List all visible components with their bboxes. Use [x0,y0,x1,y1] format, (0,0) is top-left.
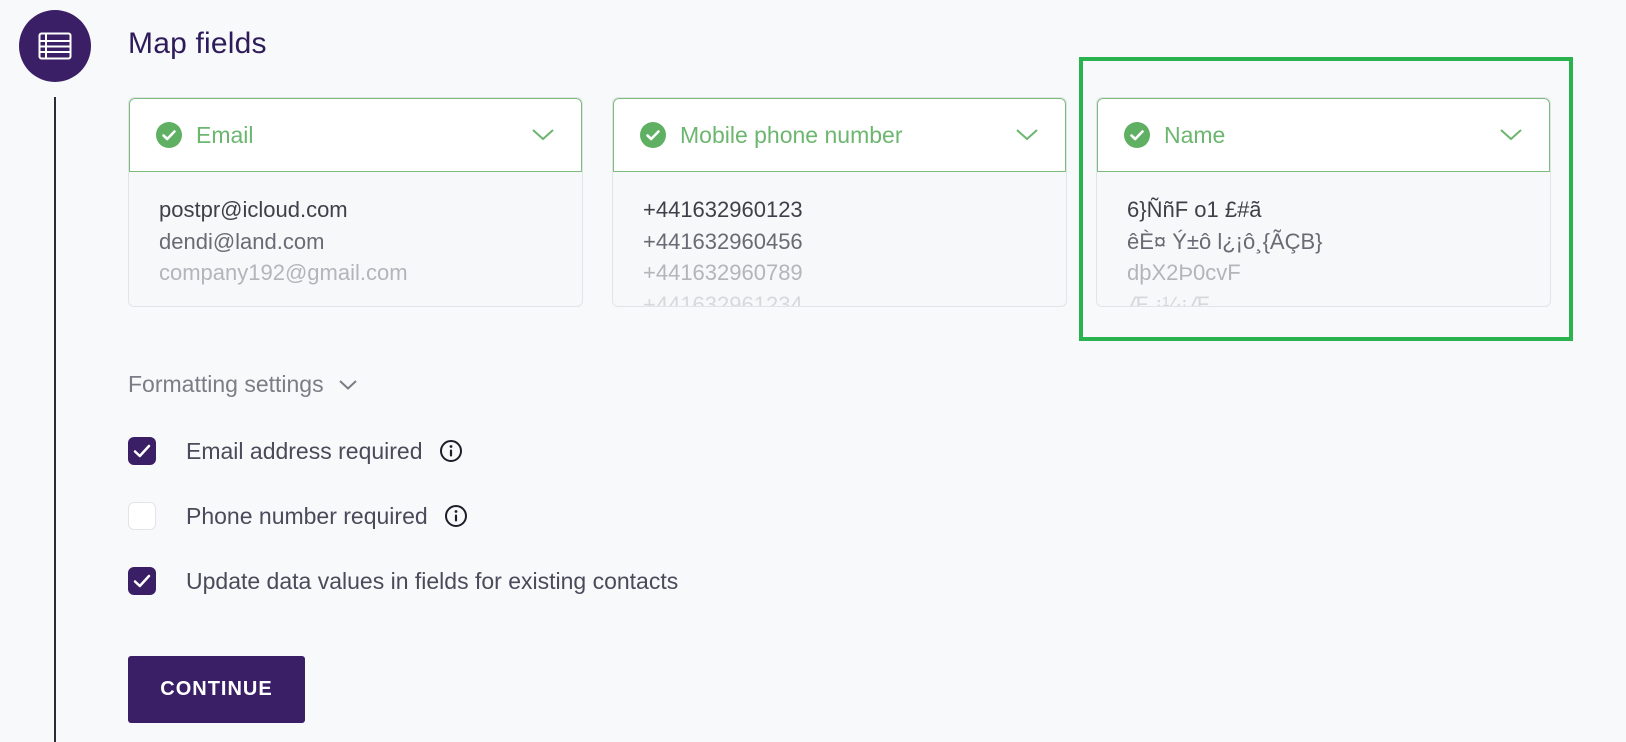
chevron-down-icon [532,129,554,141]
check-circle-icon [1124,122,1150,148]
info-icon[interactable] [444,504,468,528]
field-card-email: Email postpr@icloud.com dendi@land.com c… [128,97,583,307]
field-select-name[interactable]: Name [1097,98,1550,172]
option-label: Update data values in fields for existin… [186,567,679,594]
option-label: Phone number required [186,502,428,529]
checkmark-icon [133,444,151,458]
field-card-name: Name 6}ÑñF o1 £#ã êÈ¤ Ý±ô l¿¡ô¸{ÃÇB} dþX… [1096,97,1551,307]
update-existing-checkbox[interactable] [128,567,156,595]
sample-value: +441632960789 [643,260,803,285]
phone-required-checkbox[interactable] [128,502,156,530]
field-label: Name [1164,121,1226,148]
formatting-settings-toggle[interactable]: Formatting settings [128,371,358,398]
sample-value: +441632960123 [643,197,803,222]
info-icon[interactable] [439,439,463,463]
option-update-existing: Update data values in fields for existin… [128,566,678,596]
map-fields-page: Map fields Email postpr@icloud.com dendi… [0,0,1626,742]
check-circle-icon [156,122,182,148]
step-marker [19,10,91,82]
sample-value: company192@gmail.com [159,260,408,285]
sample-value: dendi@land.com [159,228,325,254]
checkmark-icon [133,574,151,588]
option-email-required: Email address required [128,436,463,466]
email-required-checkbox[interactable] [128,437,156,465]
step-connector-line [54,97,56,742]
continue-button[interactable]: CONTINUE [128,656,305,723]
sample-values: +441632960123 +441632960456 +44163296078… [613,172,1066,307]
chevron-down-icon [1500,129,1522,141]
field-card-mobile-phone: Mobile phone number +441632960123 +44163… [612,97,1067,307]
field-select-email[interactable]: Email [129,98,582,172]
section-title: Map fields [128,27,267,60]
check-circle-icon [640,122,666,148]
sample-value: êÈ¤ Ý±ô l¿¡ô¸{ÃÇB} [1127,228,1323,254]
option-label: Email address required [186,437,423,464]
sample-value: dþX2Þ0cvF [1127,260,1241,285]
sample-value: +441632960456 [643,228,803,254]
chevron-down-icon [338,379,357,390]
chevron-down-icon [1016,129,1038,141]
option-phone-required: Phone number required [128,501,468,531]
sample-value: 6}ÑñF o1 £#ã [1127,197,1262,222]
sample-value: +441632961234 [643,291,803,307]
sample-value: postpr@icloud.com [159,197,348,222]
field-select-mobile-phone[interactable]: Mobile phone number [613,98,1066,172]
table-icon [38,32,72,60]
field-label: Mobile phone number [680,121,903,148]
sample-values: postpr@icloud.com dendi@land.com company… [129,172,582,289]
field-label: Email [196,121,254,148]
sample-value: Æ ¡¼¡Æ [1127,291,1211,307]
formatting-settings-label: Formatting settings [128,371,324,397]
sample-values: 6}ÑñF o1 £#ã êÈ¤ Ý±ô l¿¡ô¸{ÃÇB} dþX2Þ0cv… [1097,172,1550,307]
